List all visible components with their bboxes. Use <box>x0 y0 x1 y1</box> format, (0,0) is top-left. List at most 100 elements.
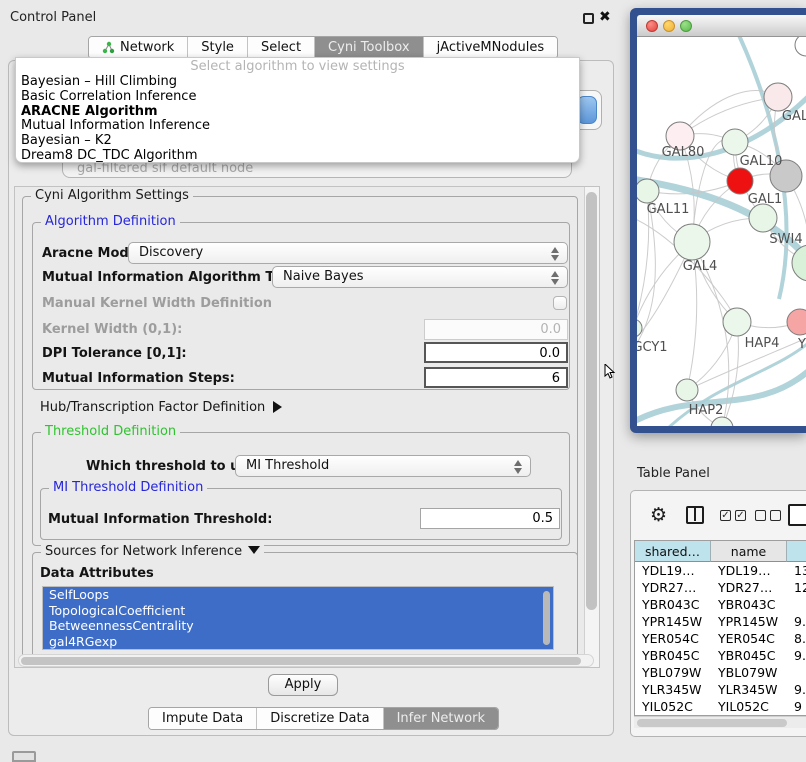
network-node[interactable] <box>795 37 806 56</box>
attribute-list-item[interactable]: TopologicalCoefficient <box>43 603 553 619</box>
network-node-gal1[interactable] <box>727 168 753 194</box>
close-traffic-light[interactable] <box>646 20 658 32</box>
column-header[interactable]: name <box>711 541 787 562</box>
network-view-window[interactable]: GALGAL80GAL10GAL1GAL11SWI4GAL4HAP4YGCY1H… <box>630 8 806 433</box>
network-node-y[interactable] <box>787 309 806 335</box>
unchecked-checkbox-icon[interactable] <box>770 510 781 521</box>
mi-threshold-label: Mutual Information Threshold: <box>48 512 272 527</box>
attribute-list-item[interactable]: BetweennessCentrality <box>43 618 553 634</box>
settings-hscrollbar[interactable] <box>18 654 594 667</box>
manual-kernel-checkbox[interactable] <box>553 296 567 310</box>
tab-network[interactable]: Network <box>89 37 188 58</box>
panel-title: Control Panel <box>10 10 96 25</box>
mi-threshold-input[interactable]: 0.5 <box>420 508 560 529</box>
combo-spinner-focused[interactable] <box>577 96 597 124</box>
hub-definition-expander[interactable]: Hub/Transcription Factor Definition <box>40 400 282 415</box>
table-cell: 13 <box>787 562 806 579</box>
dropdown-item[interactable]: Bayesian – K2 <box>16 134 579 149</box>
tab-cyni-toolbox[interactable]: Cyni Toolbox <box>315 37 424 58</box>
aracne-mode-combo[interactable]: Discovery <box>128 242 568 264</box>
apply-button[interactable]: Apply <box>268 674 338 696</box>
table-row[interactable]: YBL079WYBL079W <box>635 664 806 681</box>
table-row[interactable]: YLR345WYLR345W9. <box>635 681 806 698</box>
float-window-icon[interactable] <box>583 13 594 24</box>
node-table[interactable]: shared…nameA YDL19…YDL19…13YDR27…YDR27…1… <box>634 540 806 716</box>
sources-title: Sources for Network Inference <box>45 544 242 559</box>
collapse-arrow-icon <box>248 546 260 554</box>
bottom-tab-infer-network[interactable]: Infer Network <box>384 708 498 729</box>
checked-checkbox-icon[interactable]: ✓ <box>720 510 731 521</box>
network-node-swi4[interactable] <box>749 204 777 232</box>
tab-select[interactable]: Select <box>248 37 315 58</box>
control-panel-tabbar: NetworkStyleSelectCyni ToolboxjActiveMNo… <box>88 36 558 59</box>
bottom-tab-label: Discretize Data <box>270 711 369 726</box>
network-node-gal11[interactable] <box>637 179 659 203</box>
which-threshold-combo[interactable]: MI Threshold <box>235 455 531 477</box>
data-attributes-list[interactable]: SelfLoopsTopologicalCoefficientBetweenne… <box>42 586 554 650</box>
table-cell: YDL19… <box>635 562 711 579</box>
kernel-width-input[interactable]: 0.0 <box>424 319 568 340</box>
table-row[interactable]: YIL052CYIL052C9 <box>635 698 806 715</box>
network-node-gal[interactable] <box>764 83 792 111</box>
network-node[interactable] <box>792 245 806 281</box>
table-cell: YBL079W <box>635 664 711 681</box>
attribute-list-item[interactable]: SelfLoops <box>43 587 553 603</box>
table-cell: YLR345W <box>635 681 711 698</box>
bottom-tab-discretize-data[interactable]: Discretize Data <box>257 708 383 729</box>
dropdown-item[interactable]: Mutual Information Inference <box>16 119 579 134</box>
column-header[interactable]: shared… <box>635 541 711 562</box>
network-node-hap2[interactable] <box>676 379 698 401</box>
sources-title-row[interactable]: Sources for Network Inference <box>41 544 264 559</box>
unchecked-checkbox-icon[interactable] <box>755 510 766 521</box>
dropdown-item[interactable]: ARACNE Algorithm <box>16 105 579 120</box>
kernel-width-label: Kernel Width (0,1): <box>42 322 182 337</box>
table-cell: YLR345W <box>711 681 787 698</box>
node-label: GAL80 <box>662 145 705 160</box>
table-row[interactable]: YDL19…YDL19…13 <box>635 562 806 579</box>
gear-icon[interactable]: ⚙ <box>650 504 667 526</box>
attribute-list-item[interactable]: gal4RGexp <box>43 634 553 650</box>
minimize-traffic-light[interactable] <box>663 20 675 32</box>
hub-definition-label: Hub/Transcription Factor Definition <box>40 400 265 415</box>
table-cell: 9 <box>787 698 806 715</box>
checked-checkbox-icon[interactable]: ✓ <box>735 510 746 521</box>
network-node-hap4[interactable] <box>723 308 751 336</box>
bottom-tab-label: Infer Network <box>397 711 485 726</box>
list-scrollbar-thumb[interactable] <box>543 591 550 645</box>
column-header[interactable]: A <box>787 541 806 562</box>
manual-kernel-label: Manual Kernel Width Definition <box>42 296 272 311</box>
tab-style[interactable]: Style <box>188 37 248 58</box>
mi-type-combo[interactable]: Naive Bayes <box>272 266 568 288</box>
settings-scrollbar-thumb[interactable] <box>586 192 597 610</box>
table-cell <box>787 596 806 613</box>
data-attributes-label: Data Attributes <box>40 566 154 581</box>
table-row[interactable]: YER054CYER054C8. <box>635 630 806 647</box>
new-table-icon[interactable] <box>788 504 806 526</box>
mi-steps-input[interactable]: 6 <box>424 367 568 388</box>
table-header-row[interactable]: shared…nameA <box>635 541 806 562</box>
bottom-tab-impute-data[interactable]: Impute Data <box>149 708 257 729</box>
dropdown-item[interactable]: Basic Correlation Inference <box>16 90 579 105</box>
table-row[interactable]: YBR043CYBR043C <box>635 596 806 613</box>
tab-jactivemnodules[interactable]: jActiveMNodules <box>424 37 558 58</box>
network-graph[interactable]: GALGAL80GAL10GAL1GAL11SWI4GAL4HAP4YGCY1H… <box>637 37 806 426</box>
table-row[interactable]: YBR045CYBR045C9. <box>635 647 806 664</box>
network-node-gal4[interactable] <box>674 224 710 260</box>
minimized-panel-icon[interactable] <box>12 751 36 762</box>
dropdown-item[interactable]: Dream8 DC_TDC Algorithm <box>16 149 579 164</box>
table-hscrollbar-thumb[interactable] <box>637 719 787 727</box>
column-layout-icon[interactable] <box>686 506 704 524</box>
close-icon[interactable]: ✖ <box>599 9 611 25</box>
table-toolbar: ⚙ ✓ ✓ <box>636 503 806 533</box>
zoom-traffic-light[interactable] <box>680 20 692 32</box>
table-row[interactable]: YPR145WYPR145W9. <box>635 613 806 630</box>
dropdown-item[interactable]: Bayesian – Hill Climbing <box>16 75 579 90</box>
network-canvas[interactable]: GALGAL80GAL10GAL1GAL11SWI4GAL4HAP4YGCY1H… <box>637 37 806 426</box>
table-row[interactable]: YDR27…YDR27…12 <box>635 579 806 596</box>
settings-hscrollbar-thumb[interactable] <box>21 657 581 665</box>
table-hscrollbar[interactable] <box>634 716 806 728</box>
network-window-titlebar[interactable] <box>637 15 806 37</box>
dpi-tolerance-input[interactable]: 0.0 <box>424 342 568 363</box>
network-node[interactable] <box>711 417 733 426</box>
network-node-gal10[interactable] <box>722 129 748 155</box>
